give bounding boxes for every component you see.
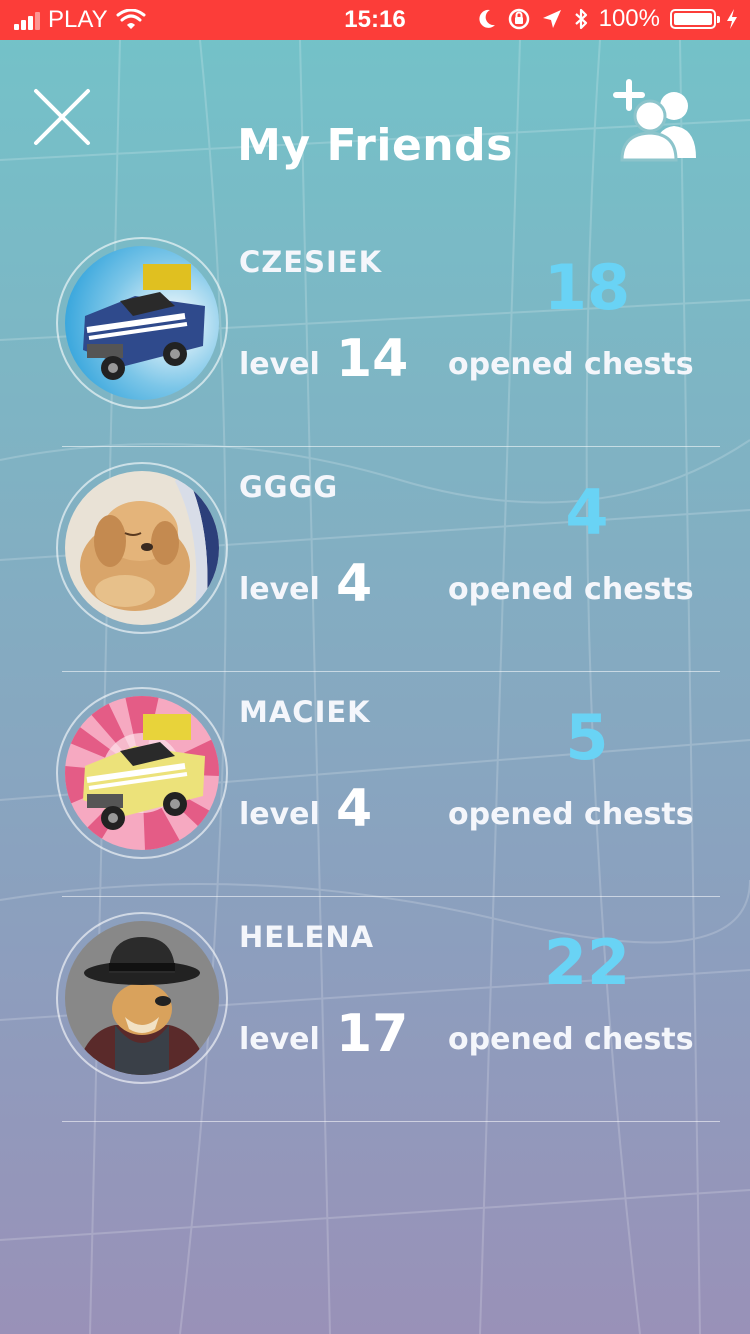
battery-icon: [670, 9, 720, 29]
level-label: level: [239, 347, 320, 382]
charging-icon: [727, 9, 737, 29]
level-value: 4: [336, 779, 373, 839]
rotation-lock-icon: [508, 8, 529, 30]
friend-row[interactable]: CZESIEK level 14 18 opened chests: [50, 223, 720, 447]
opened-chests-count: 5: [565, 701, 609, 774]
row-divider: [62, 671, 720, 672]
add-friend-button[interactable]: [612, 78, 702, 162]
row-divider: [62, 1121, 720, 1122]
friend-row[interactable]: MACIEK level 4 5 opened chests: [50, 673, 720, 897]
opened-chests-count: 22: [543, 926, 631, 999]
add-friend-icon: [613, 79, 696, 162]
opened-chests-count: 18: [543, 251, 631, 324]
avatar: [56, 912, 228, 1084]
puppy-avatar: [65, 471, 219, 625]
level-label: level: [239, 1022, 320, 1057]
status-bar: PLAY 15:16 100%: [0, 0, 750, 40]
level-value: 17: [336, 1004, 409, 1064]
avatar: [56, 237, 228, 409]
level-value: 14: [336, 329, 409, 389]
yellow-car-avatar: [65, 696, 219, 850]
opened-chests-count: 4: [565, 476, 609, 549]
battery-percent: 100%: [598, 5, 660, 32]
status-right: 100%: [477, 5, 738, 33]
level-label: level: [239, 797, 320, 832]
friend-name: GGGG: [239, 470, 339, 504]
friend-name: HELENA: [239, 920, 375, 954]
opened-chests-label: opened chests: [448, 1022, 694, 1057]
location-icon: [542, 10, 561, 28]
avatar: [56, 687, 228, 859]
row-divider: [62, 896, 720, 897]
friend-row[interactable]: HELENA level 17 22 opened chests: [50, 898, 720, 1122]
opened-chests-label: opened chests: [448, 572, 694, 607]
friend-name: MACIEK: [239, 695, 371, 729]
blue-car-avatar: [65, 246, 219, 400]
level-value: 4: [336, 554, 373, 614]
level-label: level: [239, 572, 320, 607]
opened-chests-label: opened chests: [448, 347, 694, 382]
bluetooth-icon: [574, 8, 587, 30]
moon-icon: [479, 9, 495, 28]
opened-chests-label: opened chests: [448, 797, 694, 832]
dog-in-hat-avatar: [65, 921, 219, 1075]
friend-name: CZESIEK: [239, 245, 383, 279]
avatar: [56, 462, 228, 634]
friend-row[interactable]: GGGG level 4 4 opened chests: [50, 448, 720, 672]
row-divider: [62, 446, 720, 447]
